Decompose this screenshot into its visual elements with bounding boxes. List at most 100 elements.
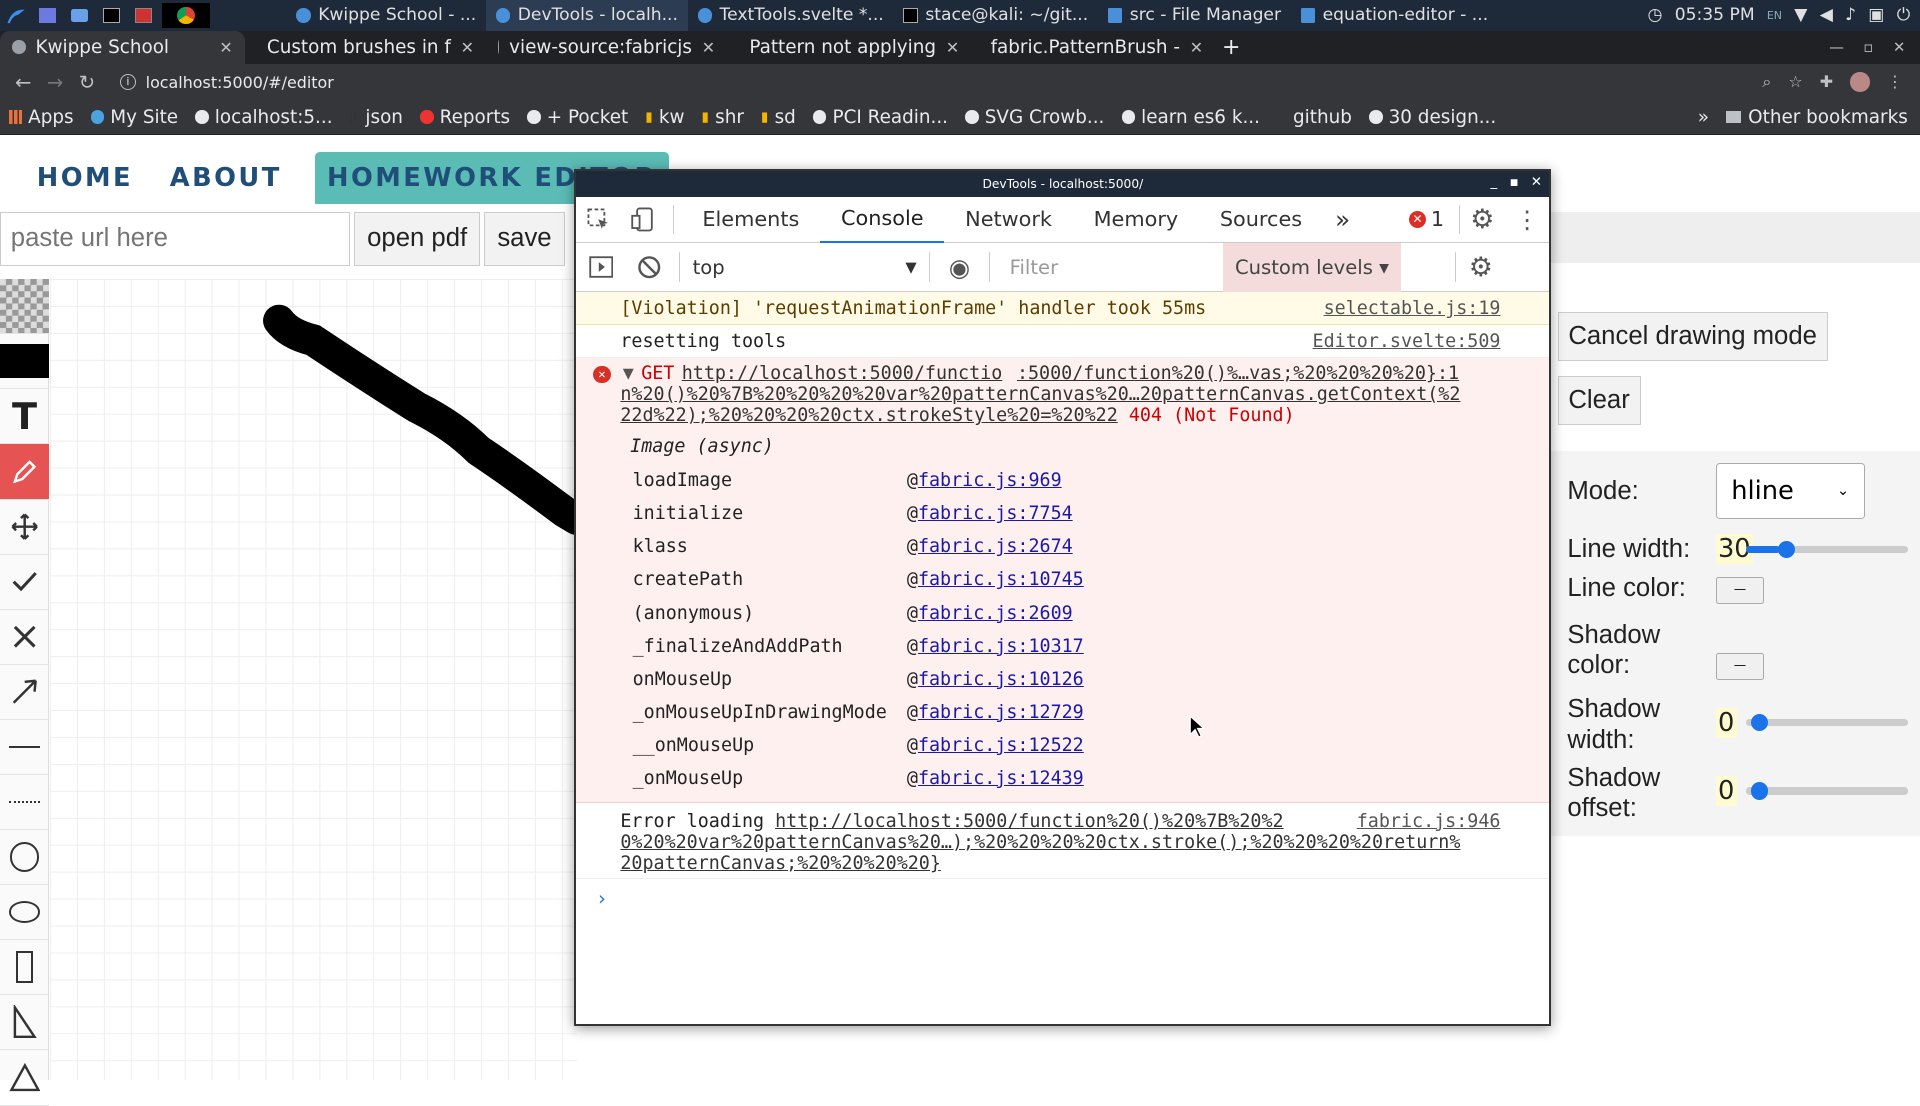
log-source-link[interactable]: Editor.svelte:509 [1313, 331, 1501, 352]
stack-source-link[interactable]: fabric.js:2609 [918, 597, 1073, 630]
clear-button[interactable]: Clear [1557, 375, 1641, 425]
error-url-cont[interactable]: n%20()%20%7B%20%20%20%20var%20patternCan… [620, 384, 1460, 405]
mode-select[interactable]: hline ⌄ [1715, 462, 1865, 520]
extensions-icon[interactable]: ✚ [1820, 72, 1833, 92]
bookmark-30-design[interactable]: 30 design... [1360, 107, 1504, 128]
maximize-icon[interactable]: ▫ [1863, 39, 1873, 56]
tab-custom-brushes[interactable]: Custom brushes in f ✕ [245, 31, 486, 64]
bookmark-sd[interactable]: ▮ sd [752, 107, 804, 128]
bookmark-es6[interactable]: learn es6 k... [1113, 107, 1269, 128]
rectangle-tool-icon[interactable] [0, 940, 49, 996]
stack-source-link[interactable]: fabric.js:10126 [918, 663, 1084, 696]
bookmark-pocket[interactable]: + Pocket [519, 107, 637, 128]
loading-error-source[interactable]: fabric.js:946 [1357, 811, 1501, 832]
chrome-launcher-icon[interactable] [161, 3, 211, 28]
settings-gear-icon[interactable]: ⚙ [1460, 196, 1505, 243]
close-tab-icon[interactable]: ✕ [702, 38, 715, 57]
stack-source-link[interactable]: fabric.js:12729 [918, 696, 1084, 729]
close-tab-icon[interactable]: ✕ [219, 38, 232, 57]
terminal-launcher-icon[interactable] [98, 3, 125, 27]
tab-network[interactable]: Network [944, 196, 1072, 243]
bookmark-localhost[interactable]: localhost:5... [187, 107, 342, 128]
save-button[interactable]: save [484, 211, 565, 266]
stack-source-link[interactable]: fabric.js:969 [918, 464, 1062, 497]
notification-bell-icon[interactable]: ♪ [1845, 5, 1856, 25]
live-expression-eye-icon[interactable]: ◉ [935, 244, 984, 291]
volume-icon[interactable]: ◀ [1820, 5, 1833, 25]
line-color-picker[interactable]: — [1715, 576, 1765, 604]
tab-memory[interactable]: Memory [1073, 196, 1199, 243]
triangle-tool-icon[interactable] [0, 1050, 49, 1106]
line-width-slider[interactable] [1746, 541, 1908, 559]
bookmark-github[interactable]: github [1269, 107, 1361, 128]
bookmark-kw[interactable]: ▮ kw [637, 107, 693, 128]
bookmark-pci[interactable]: PCI Readin... [804, 107, 956, 128]
minimize-icon[interactable]: — [1829, 39, 1844, 56]
bookmark-star-icon[interactable]: ☆ [1788, 72, 1802, 92]
cancel-drawing-mode-button[interactable]: Cancel drawing mode [1557, 312, 1828, 362]
loading-error-url-cont2[interactable]: 20patternCanvas;%20%20%20%20} [620, 853, 941, 874]
file-manager-launcher-icon[interactable] [66, 3, 93, 27]
bookmark-my-site[interactable]: My Site [82, 107, 187, 128]
close-tab-icon[interactable]: ✕ [946, 38, 959, 57]
ellipse-tool-icon[interactable] [0, 885, 49, 941]
loading-error-url-cont[interactable]: 0%20%20var%20patternCanvas%20…);%20%20%2… [620, 832, 1460, 853]
tab-kwippe-school[interactable]: Kwippe School ✕ [0, 30, 245, 64]
bookmark-shr[interactable]: ▮ shr [693, 107, 752, 128]
maximize-icon[interactable]: ▪ [1509, 175, 1518, 190]
stack-source-link[interactable]: fabric.js:10317 [918, 630, 1084, 663]
keyboard-lang[interactable]: EN [1767, 9, 1782, 22]
more-bookmarks-icon[interactable]: » [1698, 107, 1709, 128]
task-kwippe[interactable]: Kwippe School - ... [286, 0, 486, 31]
avatar[interactable] [1850, 72, 1870, 92]
wifi-icon[interactable]: ▼ [1794, 5, 1807, 25]
tab-console[interactable]: Console [820, 196, 945, 243]
drawing-canvas[interactable] [50, 279, 577, 1080]
stack-source-link[interactable]: fabric.js:12439 [918, 762, 1084, 795]
close-window-icon[interactable]: ✕ [1893, 39, 1905, 56]
menu-dots-icon[interactable]: ⋮ [1887, 72, 1903, 92]
back-arrow-icon[interactable]: ← [7, 71, 39, 94]
bookmark-reports[interactable]: Reports [412, 107, 519, 128]
close-tab-icon[interactable]: ✕ [1190, 38, 1203, 57]
task-devtools[interactable]: DevTools - localh... [485, 0, 688, 31]
error-url-short-link[interactable]: :5000/function%20()%…vas;%20%20%20%20}:1 [1017, 363, 1459, 384]
tab-sources[interactable]: Sources [1199, 196, 1323, 243]
tab-pattern-not-applying[interactable]: Pattern not applying ✕ [727, 31, 968, 64]
minimize-icon[interactable]: _ [1490, 175, 1497, 190]
sidebar-toggle-icon[interactable] [576, 244, 625, 291]
stack-source-link[interactable]: fabric.js:12522 [918, 729, 1084, 762]
app-launcher-icon[interactable] [130, 3, 157, 27]
loading-error-url[interactable]: http://localhost:5000/function%20()%20%7… [775, 811, 1283, 832]
bookmark-svg[interactable]: SVG Crowb... [957, 107, 1113, 128]
new-tab-button[interactable]: + [1210, 31, 1253, 64]
console-prompt[interactable]: › [576, 879, 1549, 910]
error-url-link[interactable]: http://localhost:5000/functio [682, 363, 1003, 384]
right-triangle-tool-icon[interactable] [0, 995, 49, 1051]
log-levels-dropdown[interactable]: Custom levels ▾ [1222, 242, 1402, 292]
context-selector[interactable]: top ▼ [685, 256, 924, 279]
pencil-tool-icon[interactable] [0, 444, 49, 500]
tab-view-source[interactable]: view-source:fabricjs ✕ [486, 31, 727, 64]
stack-source-link[interactable]: fabric.js:7754 [918, 497, 1073, 530]
color-swatch-icon[interactable] [0, 334, 49, 390]
circle-tool-icon[interactable] [0, 830, 49, 886]
stack-source-link[interactable]: fabric.js:2674 [918, 530, 1073, 563]
error-counter[interactable]: ✕ 1 [1394, 207, 1459, 231]
power-icon[interactable]: ⏻ [1897, 5, 1911, 25]
task-equation-editor[interactable]: equation-editor - ... [1291, 0, 1498, 31]
shadow-width-slider[interactable] [1746, 713, 1908, 731]
lock-icon[interactable]: ▣ [1868, 5, 1884, 25]
forward-arrow-icon[interactable]: → [39, 71, 71, 94]
shadow-offset-slider[interactable] [1746, 782, 1908, 800]
close-window-icon[interactable]: ✕ [1531, 175, 1542, 190]
violation-source-link[interactable]: selectable.js:19 [1324, 298, 1501, 319]
more-tabs-icon[interactable]: » [1323, 196, 1362, 243]
expand-triangle-icon[interactable]: ▼ [623, 363, 634, 384]
filter-input[interactable]: Filter [1002, 248, 1223, 286]
move-tool-icon[interactable] [0, 500, 49, 555]
text-tool-icon[interactable]: T [0, 389, 49, 445]
nav-home[interactable]: HOME [0, 163, 151, 193]
tab-pattern-brush[interactable]: fabric.PatternBrush - ✕ [969, 31, 1210, 64]
clear-console-icon[interactable] [625, 244, 674, 291]
